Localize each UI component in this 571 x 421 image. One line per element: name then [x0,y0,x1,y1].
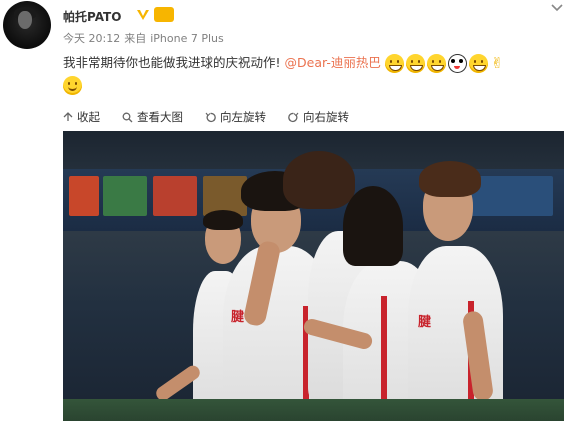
verified-icon [137,10,149,20]
post-text: 我非常期待你也能做我进球的庆祝动作! [63,55,281,70]
image-toolbar: 收起 查看大图 向左旋转 向右旋转 [0,102,571,131]
arrow-up-icon [63,112,73,121]
rotate-right-icon [288,112,299,122]
post-content: 我非常期待你也能做我进球的庆祝动作! @Dear-迪丽热巴 [63,52,563,96]
post-meta: 今天 20:12 来自 iPhone 7 Plus [63,30,228,46]
shirt-logo: 腱 [418,315,432,330]
rotate-right-button[interactable]: 向右旋转 [288,109,349,125]
from-label: 来自 [124,32,147,45]
rotate-left-label: 向左旋转 [220,110,266,124]
post-device[interactable]: iPhone 7 Plus [150,32,224,45]
rotate-left-icon [205,112,216,122]
vip-icon[interactable] [154,7,174,22]
collapse-label: 收起 [77,110,100,124]
post-time[interactable]: 今天 20:12 [63,32,120,45]
rotate-left-button[interactable]: 向左旋转 [205,109,266,125]
pitch [63,399,564,421]
weibo-post: 帕托PATO 今天 20:12 来自 iPhone 7 Plus 我非常期待你也能做… [0,0,571,421]
ad-board [103,176,147,216]
view-large-button[interactable]: 查看大图 [122,109,183,125]
grin-emoji [426,54,446,73]
panda-emoji [447,54,467,73]
smile-emoji [63,76,82,95]
ad-board [69,176,99,216]
post-photo[interactable]: 腱 腱 [63,131,564,421]
ad-board [153,176,197,216]
victory-hand-emoji [490,52,509,74]
shirt-logo: 腱 [231,310,245,325]
user-avatar[interactable] [3,1,51,49]
view-large-label: 查看大图 [137,110,183,124]
grin-emoji [384,54,404,73]
chevron-down-icon[interactable] [550,3,564,13]
rotate-right-label: 向右旋转 [303,110,349,124]
username[interactable]: 帕托PATO [63,8,121,25]
collapse-button[interactable]: 收起 [63,109,100,125]
search-icon [122,112,133,122]
grin-emoji [405,54,425,73]
grin-emoji [468,54,488,73]
mention-link[interactable]: @Dear-迪丽热巴 [285,55,381,70]
